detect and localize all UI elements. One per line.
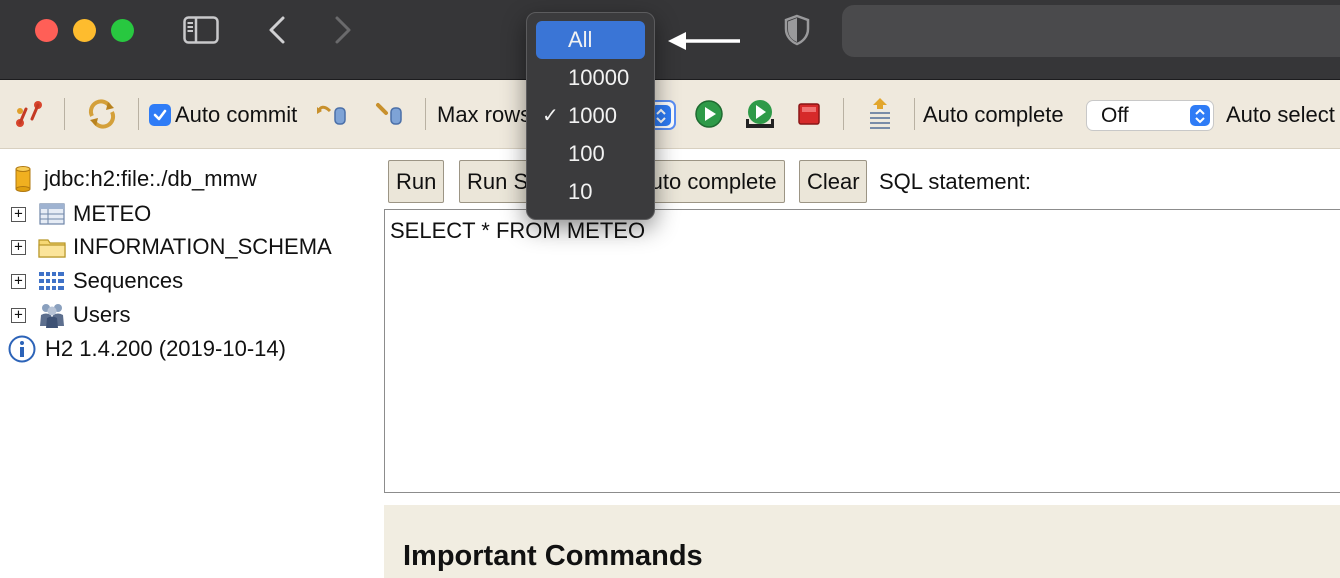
tree-item-users[interactable]: + Users bbox=[11, 300, 130, 330]
zoom-window-button[interactable] bbox=[111, 19, 134, 42]
auto-complete-label: Auto complete bbox=[923, 102, 1064, 127]
expand-icon[interactable]: + bbox=[11, 273, 26, 289]
chevron-left-icon[interactable] bbox=[262, 13, 292, 47]
commit-icon[interactable] bbox=[374, 97, 408, 131]
auto-commit-label: Auto commit bbox=[175, 102, 298, 127]
sql-statement-label: SQL statement: bbox=[879, 169, 1032, 194]
max-rows-option-1000[interactable]: ✓ 1000 bbox=[536, 97, 645, 135]
tree-connection[interactable]: jdbc:h2:file:./db_mmw bbox=[12, 164, 257, 194]
help-title: Important Commands bbox=[403, 540, 703, 572]
connection-url: jdbc:h2:file:./db_mmw bbox=[44, 166, 257, 191]
table-icon bbox=[38, 200, 66, 228]
tree-item-label: Users bbox=[73, 302, 131, 327]
close-window-button[interactable] bbox=[35, 19, 58, 42]
auto-select-label: Auto select bbox=[1226, 102, 1335, 127]
users-icon bbox=[38, 301, 66, 329]
refresh-icon[interactable] bbox=[86, 97, 118, 131]
sql-editor[interactable]: SELECT * FROM METEO bbox=[384, 209, 1340, 493]
tree-version: H2 1.4.200 (2019-10-14) bbox=[7, 334, 286, 364]
chevron-right-icon[interactable] bbox=[328, 13, 358, 47]
auto-complete-select[interactable]: Off bbox=[1086, 100, 1214, 131]
folder-icon bbox=[38, 233, 66, 261]
tree-item-meteo[interactable]: + METEO bbox=[11, 199, 151, 229]
max-rows-option-10000[interactable]: 10000 bbox=[536, 59, 645, 97]
tree-item-label: Sequences bbox=[73, 268, 184, 293]
sidebar-toggle-icon[interactable] bbox=[182, 13, 220, 47]
expand-icon[interactable]: + bbox=[11, 307, 26, 323]
auto-commit-checkbox[interactable] bbox=[149, 104, 171, 126]
tree-item-label: METEO bbox=[73, 201, 152, 226]
run-selected-button[interactable]: Run Selected bbox=[459, 160, 535, 203]
tree-item-label: INFORMATION_SCHEMA bbox=[73, 234, 332, 259]
disconnect-icon[interactable] bbox=[14, 97, 44, 131]
annotation-arrow-icon bbox=[668, 32, 740, 50]
shield-icon[interactable] bbox=[780, 13, 814, 47]
tree-item-sequences[interactable]: + Sequences bbox=[11, 266, 183, 296]
expand-icon[interactable]: + bbox=[11, 206, 26, 222]
sequence-icon bbox=[38, 267, 66, 295]
max-rows-option-10[interactable]: 10 bbox=[536, 173, 645, 211]
tree-item-information-schema[interactable]: + INFORMATION_SCHEMA bbox=[11, 232, 332, 262]
option-label: 10000 bbox=[568, 65, 630, 90]
option-label: All bbox=[568, 27, 593, 52]
run-selected-icon[interactable] bbox=[742, 97, 778, 131]
auto-complete-value: Off bbox=[1101, 104, 1129, 127]
clear-button[interactable]: Clear bbox=[799, 160, 867, 203]
version-label: H2 1.4.200 (2019-10-14) bbox=[45, 336, 286, 361]
history-icon[interactable] bbox=[866, 97, 894, 131]
option-label: 10 bbox=[568, 179, 593, 204]
minimize-window-button[interactable] bbox=[73, 19, 96, 42]
chevron-updown-icon bbox=[1190, 105, 1210, 126]
h2-toolbar: Auto commit Max rows Auto complete Off A… bbox=[0, 80, 1340, 149]
max-rows-option-all[interactable]: All bbox=[536, 21, 645, 59]
database-icon bbox=[12, 165, 34, 193]
max-rows-option-100[interactable]: 100 bbox=[536, 135, 645, 173]
run-button[interactable]: Run bbox=[388, 160, 444, 203]
checkmark-icon: ✓ bbox=[542, 105, 559, 127]
rollback-icon[interactable] bbox=[316, 97, 350, 131]
help-pane: Important Commands bbox=[384, 505, 1340, 578]
option-label: 100 bbox=[568, 141, 605, 166]
address-bar[interactable] bbox=[842, 5, 1340, 57]
stop-icon[interactable] bbox=[797, 97, 821, 131]
max-rows-dropdown: All 10000 ✓ 1000 100 10 bbox=[526, 12, 655, 220]
expand-icon[interactable]: + bbox=[11, 239, 26, 255]
run-icon[interactable] bbox=[694, 97, 724, 131]
info-icon bbox=[7, 335, 37, 363]
max-rows-label: Max rows bbox=[437, 102, 529, 127]
option-label: 1000 bbox=[568, 103, 617, 128]
database-tree: jdbc:h2:file:./db_mmw + METEO + INFORMAT… bbox=[0, 150, 380, 578]
